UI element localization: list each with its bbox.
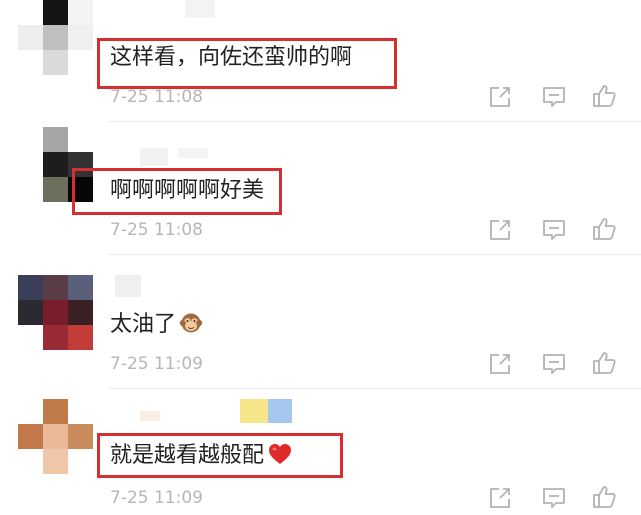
- share-icon: [490, 87, 510, 107]
- comment-button[interactable]: [540, 350, 568, 378]
- avatar[interactable]: [18, 0, 93, 75]
- comment-text: 这样看，向佐还蛮帅的啊: [110, 45, 353, 70]
- comment-icon: [543, 87, 565, 107]
- avatar[interactable]: [18, 275, 93, 350]
- like-button[interactable]: [590, 483, 618, 511]
- comment-timestamp: 7-25 11:08: [110, 87, 203, 107]
- comment-button[interactable]: [540, 484, 568, 512]
- comment-text: 太油了: [110, 312, 177, 337]
- like-button[interactable]: [590, 349, 618, 377]
- username-blurred[interactable]: [110, 275, 150, 297]
- comment-icon: [543, 220, 565, 240]
- share-icon: [490, 220, 510, 240]
- red-heart-icon: [269, 444, 292, 464]
- comment-button[interactable]: [540, 83, 568, 111]
- like-icon: [593, 85, 616, 107]
- comment-text: 啊啊啊啊啊好美: [110, 178, 265, 203]
- see-no-evil-monkey-icon: [179, 313, 203, 333]
- like-button[interactable]: [590, 82, 618, 110]
- comment-icon: [543, 354, 565, 374]
- comment-text-row: 就是越看越般配: [110, 441, 293, 471]
- like-icon: [593, 218, 616, 240]
- comment-timestamp: 7-25 11:09: [110, 488, 203, 508]
- comment-text: 就是越看越般配: [110, 443, 265, 468]
- share-icon: [490, 354, 510, 374]
- username-blurred[interactable]: [110, 148, 230, 170]
- username-blurred[interactable]: [110, 399, 310, 423]
- comment-item: 就是越看越般配 7-25 11:09: [0, 389, 641, 515]
- username-blurred[interactable]: [110, 0, 230, 22]
- comment-list: 这样看，向佐还蛮帅的啊 7-25 11:08 啊啊啊啊啊好美 7-25 11:0…: [0, 0, 641, 515]
- share-button[interactable]: [486, 216, 514, 244]
- comment-timestamp: 7-25 11:09: [110, 354, 203, 374]
- comment-icon: [543, 488, 565, 508]
- like-button[interactable]: [590, 215, 618, 243]
- share-button[interactable]: [486, 484, 514, 512]
- like-icon: [593, 352, 616, 374]
- like-icon: [593, 486, 616, 508]
- avatar[interactable]: [18, 399, 93, 474]
- comment-item: 啊啊啊啊啊好美 7-25 11:08: [0, 122, 641, 255]
- comment-text-row: 太油了: [110, 310, 203, 340]
- comment-item: 太油了 7-25 11:09: [0, 255, 641, 389]
- comment-button[interactable]: [540, 216, 568, 244]
- share-icon: [490, 488, 510, 508]
- share-button[interactable]: [486, 83, 514, 111]
- comment-item: 这样看，向佐还蛮帅的啊 7-25 11:08: [0, 0, 641, 122]
- share-button[interactable]: [486, 350, 514, 378]
- comment-timestamp: 7-25 11:08: [110, 220, 203, 240]
